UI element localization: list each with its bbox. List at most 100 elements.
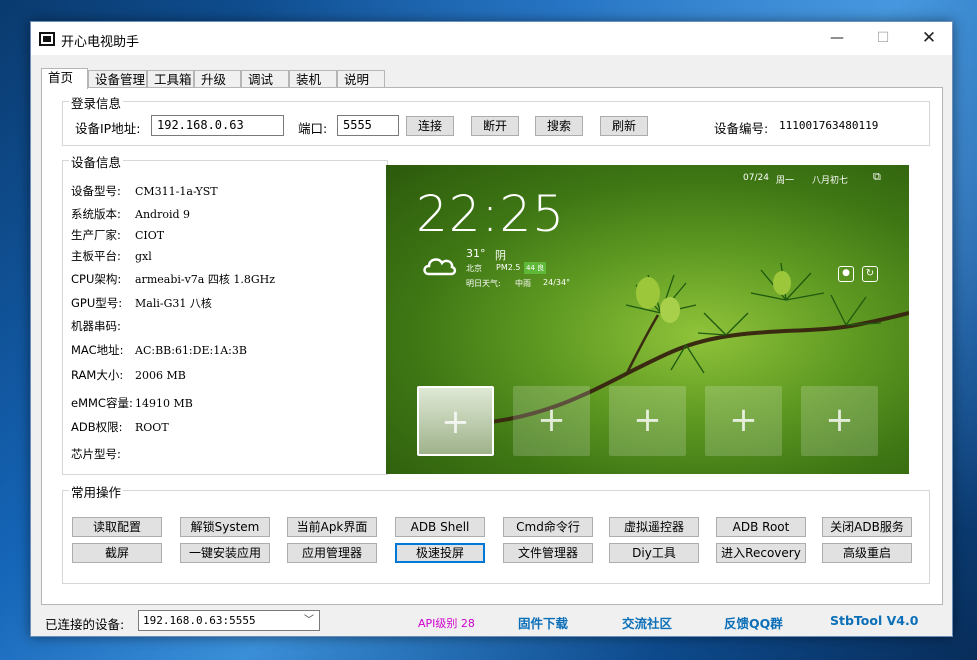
adb-root-button[interactable]: ADB Root — [716, 517, 806, 537]
info-label: MAC地址: — [71, 343, 124, 357]
tab-debug[interactable]: 调试 — [241, 70, 289, 88]
cmd-button[interactable]: Cmd命令行 — [503, 517, 593, 537]
connected-device-select[interactable]: 192.168.0.63:5555 ﹀ — [138, 610, 320, 631]
info-value: AC:BB:61:DE:1A:3B — [135, 344, 247, 357]
screen-pm-value: 44 良 — [524, 262, 547, 274]
info-row-serial: 机器串码: — [71, 318, 135, 334]
disconnect-button[interactable]: 断开 — [471, 116, 519, 136]
tab-home[interactable]: 首页 — [41, 68, 88, 89]
info-row-adb: ADB权限: ROOT — [71, 419, 169, 435]
screen-city: 北京 — [466, 264, 482, 273]
close-adb-button[interactable]: 关闭ADB服务 — [822, 517, 912, 537]
virtual-remote-button[interactable]: 虚拟遥控器 — [609, 517, 699, 537]
screenshot-button[interactable]: 截屏 — [72, 543, 162, 563]
minimize-button[interactable]: — — [814, 22, 860, 55]
plus-icon: + — [537, 400, 566, 440]
info-row-maker: 生产厂家: CIOT — [71, 227, 164, 243]
read-config-button[interactable]: 读取配置 — [72, 517, 162, 537]
connected-device-value: 192.168.0.63:5555 — [143, 614, 256, 627]
info-row-chip: 芯片型号: — [71, 446, 135, 462]
screen-record-icon: ● — [838, 266, 854, 282]
close-button[interactable]: ✕ — [906, 22, 952, 55]
screen-tomorrow-label: 明日天气: — [466, 279, 501, 288]
file-manager-button[interactable]: 文件管理器 — [503, 543, 593, 563]
screen-tomorrow-temp: 24/34° — [543, 278, 571, 287]
current-apk-button[interactable]: 当前Apk界面 — [287, 517, 377, 537]
api-level-label: API级别 28 — [418, 617, 475, 630]
advanced-reboot-button[interactable]: 高级重启 — [822, 543, 912, 563]
screen-pm-label: PM2.5 — [496, 263, 521, 272]
info-row-emmc: eMMC容量: 14910 MB — [71, 395, 193, 411]
info-row-ram: RAM大小: 2006 MB — [71, 367, 186, 383]
title-bar: 开心电视助手 — ☐ ✕ — [31, 22, 952, 55]
info-row-cpu: CPU架构: armeabi-v7a 四核 1.8GHz — [71, 271, 275, 287]
common-ops-title: 常用操作 — [69, 482, 124, 501]
one-click-install-button[interactable]: 一键安装应用 — [180, 543, 270, 563]
version-link[interactable]: StbTool V4.0 — [830, 613, 918, 628]
info-label: CPU架构: — [71, 272, 122, 286]
firmware-download-link[interactable]: 固件下载 — [518, 613, 568, 632]
info-label: 系统版本: — [71, 207, 121, 221]
tab-install[interactable]: 装机 — [289, 70, 337, 88]
info-label: RAM大小: — [71, 368, 124, 382]
info-label: ADB权限: — [71, 420, 123, 434]
enter-recovery-button[interactable]: 进入Recovery — [716, 543, 806, 563]
screen-weather: 阴 — [495, 249, 506, 262]
tab-help[interactable]: 说明 — [337, 70, 385, 88]
screen-weekday: 周一 — [776, 176, 795, 186]
fast-cast-button[interactable]: 极速投屏 — [395, 543, 485, 563]
search-button[interactable]: 搜索 — [535, 116, 583, 136]
tab-device-manage[interactable]: 设备管理 — [88, 70, 147, 88]
screen-date: 07/24 — [743, 173, 769, 183]
info-row-mac: MAC地址: AC:BB:61:DE:1A:3B — [71, 342, 247, 358]
screen-tomorrow-weather: 中雨 — [515, 279, 531, 288]
unlock-system-button[interactable]: 解锁System — [180, 517, 270, 537]
screen-lunar: 八月初七 — [812, 176, 849, 186]
info-value: 14910 MB — [135, 397, 193, 410]
info-value: armeabi-v7a 四核 1.8GHz — [135, 273, 276, 286]
info-label: eMMC容量: — [71, 396, 133, 410]
plus-icon: + — [825, 400, 854, 440]
info-value: CIOT — [135, 229, 165, 242]
app-window: 开心电视助手 — ☐ ✕ 首页 设备管理 工具箱 升级 调试 装机 说明 登录信… — [30, 21, 953, 637]
diy-tools-button[interactable]: Diy工具 — [609, 543, 699, 563]
common-ops-group: 常用操作 读取配置 解锁System 当前Apk界面 ADB Shell Cmd… — [62, 482, 930, 584]
info-label: 主板平台: — [71, 249, 121, 263]
info-label: 芯片型号: — [71, 447, 121, 461]
info-row-version: 系统版本: Android 9 — [71, 206, 190, 222]
window-title: 开心电视助手 — [61, 35, 140, 50]
home-panel: 登录信息 设备IP地址: 192.168.0.63 端口: 5555 连接 断开… — [41, 87, 943, 605]
device-no-value: 111001763480119 — [779, 119, 879, 132]
connect-button[interactable]: 连接 — [406, 116, 454, 136]
adb-shell-button[interactable]: ADB Shell — [395, 517, 485, 537]
info-row-model: 设备型号: CM311-1a-YST — [71, 183, 218, 199]
ip-input[interactable]: 192.168.0.63 — [151, 115, 284, 136]
maximize-button[interactable]: ☐ — [860, 22, 906, 55]
info-row-gpu: GPU型号: Mali-G31 八核 — [71, 295, 212, 311]
screen-temp: 31° — [466, 247, 486, 260]
screen-tile-5[interactable]: + — [801, 386, 878, 456]
community-link[interactable]: 交流社区 — [622, 613, 672, 632]
screen-tile-1[interactable]: + — [417, 386, 494, 456]
device-no-label: 设备编号: — [714, 121, 769, 136]
info-label: 设备型号: — [71, 184, 121, 198]
port-input[interactable]: 5555 — [337, 115, 399, 136]
login-group-title: 登录信息 — [69, 93, 124, 112]
feedback-qq-link[interactable]: 反馈QQ群 — [724, 613, 783, 632]
tab-upgrade[interactable]: 升级 — [194, 70, 241, 88]
screen-clock: 22:25 — [416, 185, 566, 243]
cloud-icon — [423, 258, 457, 276]
plus-icon: + — [633, 400, 662, 440]
tv-screen-preview[interactable]: 07/24 周一 八月初七 ⧉ 22:25 31° 阴 北京 PM2.5 44 … — [386, 165, 909, 474]
app-manager-button[interactable]: 应用管理器 — [287, 543, 377, 563]
ip-label: 设备IP地址: — [75, 121, 141, 136]
login-group: 登录信息 设备IP地址: 192.168.0.63 端口: 5555 连接 断开… — [62, 93, 930, 146]
refresh-button[interactable]: 刷新 — [600, 116, 648, 136]
screen-tile-2[interactable]: + — [513, 386, 590, 456]
info-value: CM311-1a-YST — [135, 185, 218, 198]
tab-toolbox[interactable]: 工具箱 — [147, 70, 194, 88]
screen-tile-3[interactable]: + — [609, 386, 686, 456]
info-value: gxl — [135, 250, 152, 263]
screen-tile-4[interactable]: + — [705, 386, 782, 456]
port-label: 端口: — [298, 121, 328, 136]
